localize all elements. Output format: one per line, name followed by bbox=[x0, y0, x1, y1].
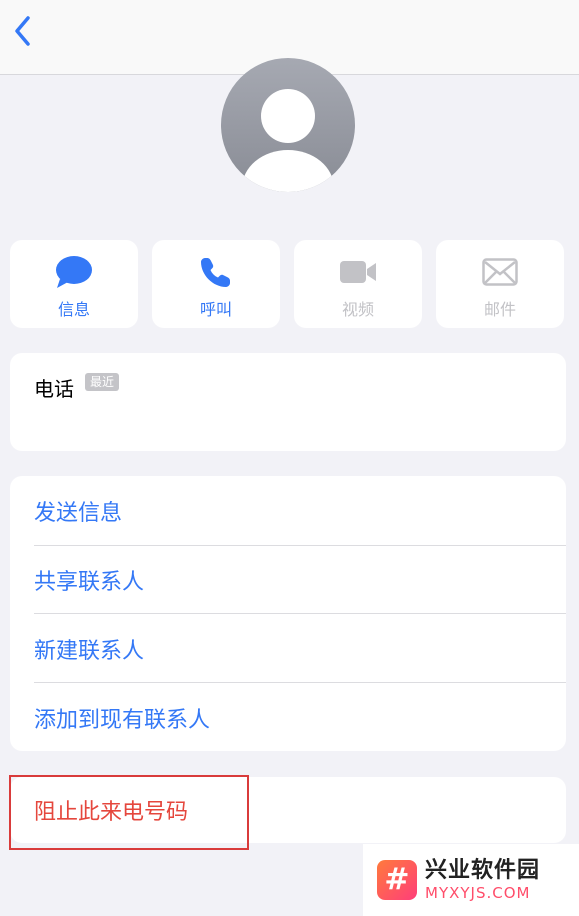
watermark-logo-icon: # bbox=[377, 860, 417, 900]
envelope-icon bbox=[482, 258, 518, 286]
menu-divider bbox=[34, 682, 566, 683]
contact-actions-menu: 发送信息 共享联系人 新建联系人 添加到现有联系人 bbox=[10, 476, 566, 751]
mail-button[interactable]: 邮件 bbox=[436, 240, 564, 328]
video-label: 视频 bbox=[341, 300, 374, 319]
phone-icon bbox=[201, 258, 230, 287]
share-contact-item[interactable]: 共享联系人 bbox=[34, 546, 566, 614]
watermark: # 兴业软件园 MYXYJS.COM bbox=[363, 844, 579, 916]
recent-badge: 最近 bbox=[85, 373, 120, 391]
block-section: 阻止此来电号码 bbox=[10, 777, 566, 843]
phone-section: 电话 最近 bbox=[10, 353, 566, 451]
mail-label: 邮件 bbox=[483, 300, 516, 319]
video-button[interactable]: 视频 bbox=[294, 240, 422, 328]
person-silhouette-icon bbox=[242, 89, 334, 192]
watermark-site: MYXYJS.COM bbox=[425, 884, 531, 902]
contact-avatar bbox=[221, 58, 355, 192]
call-label: 呼叫 bbox=[199, 300, 232, 319]
phone-section-title: 电话 bbox=[34, 377, 74, 401]
video-camera-icon bbox=[340, 261, 376, 283]
new-contact-item[interactable]: 新建联系人 bbox=[34, 615, 566, 683]
chevron-left-icon bbox=[15, 16, 30, 46]
call-button[interactable]: 呼叫 bbox=[152, 240, 280, 328]
message-bubble-icon bbox=[56, 256, 92, 288]
block-caller-button[interactable]: 阻止此来电号码 bbox=[34, 777, 188, 843]
watermark-title: 兴业软件园 bbox=[425, 858, 541, 883]
add-to-existing-contact-item[interactable]: 添加到现有联系人 bbox=[34, 684, 566, 752]
message-label: 信息 bbox=[57, 300, 90, 319]
back-button[interactable] bbox=[6, 12, 38, 50]
message-button[interactable]: 信息 bbox=[10, 240, 138, 328]
send-message-item[interactable]: 发送信息 bbox=[34, 477, 566, 545]
menu-divider bbox=[34, 613, 566, 614]
